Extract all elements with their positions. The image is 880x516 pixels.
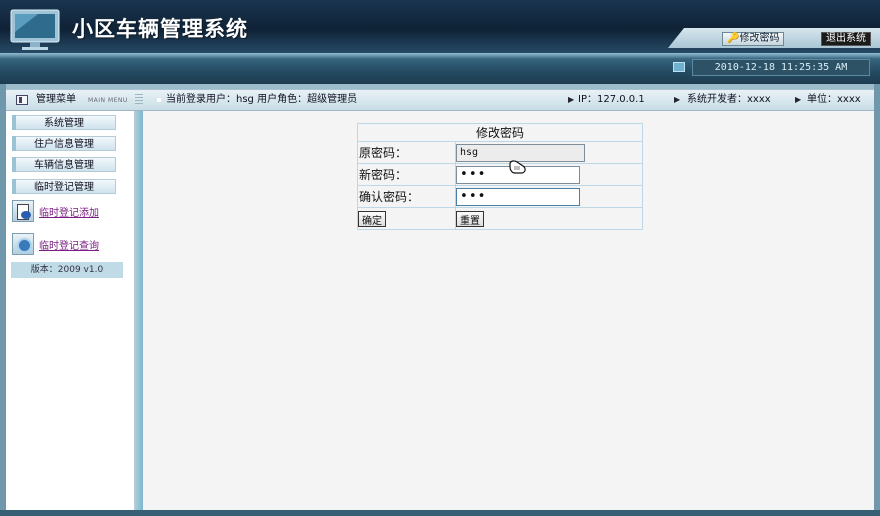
temp-register-add-label: 临时登记添加: [39, 208, 99, 219]
logout-button[interactable]: 退出系统: [821, 32, 871, 46]
arrow-right-icon: ▶: [674, 95, 681, 104]
submit-cell: 确定: [357, 207, 456, 230]
sidebar: 系统管理 住户信息管理 车辆信息管理 临时登记管理 临时登记添加 临时登记查询 …: [6, 111, 135, 510]
temp-register-query-link[interactable]: 临时登记查询: [12, 233, 130, 257]
frame-bottom: [0, 510, 880, 516]
clock-icon: [673, 62, 685, 72]
change-password-form: 修改密码 原密码： 新密码： 确认密码： 确定 重置: [357, 123, 643, 230]
sidebar-item-vehicles[interactable]: 车辆信息管理: [12, 157, 116, 172]
menu-icon: [16, 95, 28, 105]
sidebar-divider: [135, 111, 143, 510]
ip-text: IP：127.0.0.1: [578, 94, 645, 105]
unit-text: 单位：xxxx: [807, 94, 861, 105]
change-password-label: 修改密码: [739, 33, 780, 44]
search-icon: [12, 233, 34, 255]
form-caption: 修改密码: [357, 123, 643, 142]
separator: [135, 94, 143, 106]
old-password-label: 原密码：: [357, 141, 456, 164]
arrow-right-icon: ▶: [568, 95, 575, 104]
key-icon: 🔑: [727, 33, 740, 44]
sidebar-item-system[interactable]: 系统管理: [12, 115, 116, 130]
document-icon: [12, 200, 34, 222]
bullet-icon: [157, 98, 161, 102]
app-title: 小区车辆管理系统: [72, 16, 248, 41]
confirm-password-field[interactable]: [456, 187, 580, 206]
hand-cursor-icon: [509, 160, 526, 174]
info-bar: 管理菜单 MAIN MENU 当前登录用户：hsg 用户角色：超级管理员 ▶ I…: [6, 89, 874, 111]
new-password-label: 新密码：: [357, 163, 456, 186]
old-password-cell: [455, 141, 643, 164]
submit-button[interactable]: 确定: [358, 210, 386, 227]
monitor-logo-icon: [10, 9, 60, 50]
reset-cell: 重置: [455, 207, 643, 230]
confirm-password-label: 确认密码：: [357, 185, 456, 208]
menu-title: 管理菜单: [36, 94, 76, 105]
sidebar-item-temp-register[interactable]: 临时登记管理: [12, 179, 116, 194]
temp-register-query-label: 临时登记查询: [39, 241, 99, 252]
datetime-display: 2010-12-18 11:25:35 AM: [692, 59, 870, 76]
frame-right: [874, 84, 880, 516]
reset-button[interactable]: 重置: [456, 210, 484, 227]
new-password-cell: [455, 163, 643, 186]
arrow-right-icon: ▶: [795, 95, 802, 104]
change-password-button[interactable]: 🔑修改密码: [722, 32, 785, 46]
temp-register-add-link[interactable]: 临时登记添加: [12, 200, 130, 224]
current-user-text: 当前登录用户：hsg 用户角色：超级管理员: [166, 94, 358, 105]
developer-text: 系统开发者：xxxx: [687, 94, 771, 105]
version-label: 版本：2009 v1.0: [11, 262, 123, 278]
menu-subtitle: MAIN MENU: [88, 97, 128, 104]
confirm-password-cell: [455, 185, 643, 208]
sidebar-item-residents[interactable]: 住户信息管理: [12, 136, 116, 151]
